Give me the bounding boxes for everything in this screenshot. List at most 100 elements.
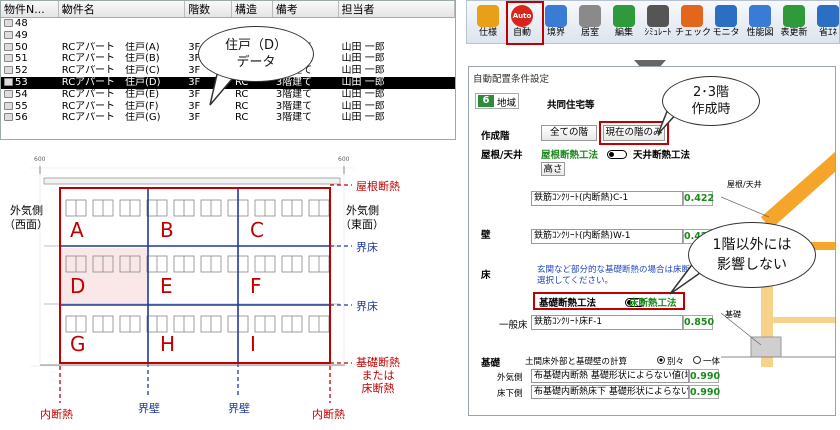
col-header-floors[interactable]: 階数 bbox=[185, 1, 232, 17]
foundation-label: 基礎 bbox=[481, 358, 501, 369]
cell-no-text: 55 bbox=[15, 100, 28, 112]
cell-no: 48 bbox=[1, 18, 59, 30]
unit-b-label: B bbox=[160, 218, 174, 242]
cell-note: 3階建て bbox=[275, 112, 313, 124]
toolbar-performance-chart-button[interactable]: 性能図 bbox=[743, 3, 777, 43]
toolbar-label: 編集 bbox=[614, 28, 633, 38]
unit-d-label: D bbox=[70, 274, 86, 298]
roof-method-option[interactable]: 屋根断熱工法 bbox=[541, 147, 598, 161]
sort-arrow-icon: ▲ bbox=[62, 6, 68, 14]
cell-no-text: 51 bbox=[15, 53, 28, 65]
callout-unit-d-line2: データ bbox=[236, 55, 276, 70]
toolbar-label: 仕様 bbox=[478, 28, 497, 38]
cell-name: RCアパート 住戸(B) bbox=[61, 53, 160, 65]
folder-icon bbox=[4, 77, 13, 86]
check-icon bbox=[681, 5, 703, 27]
toolbar-spec-button[interactable]: 仕様 bbox=[471, 3, 505, 43]
col-header-note[interactable]: 備考 bbox=[273, 1, 339, 17]
unit-c-label: C bbox=[250, 218, 264, 242]
spec-icon bbox=[477, 5, 499, 27]
unit-a-label: A bbox=[70, 218, 84, 242]
region-label: 地域 bbox=[497, 98, 517, 109]
col-header-owner[interactable]: 担当者 bbox=[339, 1, 455, 17]
simulate-icon bbox=[647, 5, 669, 27]
toolbar-label: モニタ bbox=[712, 28, 740, 38]
callout-unit-d: 住戸（D） データ bbox=[198, 26, 314, 82]
cell-owner: 山田 一郎 bbox=[341, 53, 385, 65]
wall-label: 壁 bbox=[481, 230, 491, 241]
radio-together[interactable] bbox=[693, 356, 701, 364]
cell-owner bbox=[339, 30, 455, 42]
folder-icon bbox=[4, 54, 13, 63]
callout-1f-line2: 影響しない bbox=[717, 257, 787, 273]
toolbar-simulate-button[interactable]: ｼﾐｭﾚｰﾄ bbox=[641, 3, 675, 43]
toolbar-boundary-button[interactable]: 境界 bbox=[539, 3, 573, 43]
unit-i-label: I bbox=[250, 332, 256, 356]
cell-no-text: 54 bbox=[15, 88, 28, 100]
cell-no: 51 bbox=[1, 53, 59, 65]
col-header-name[interactable]: 物件名 bbox=[59, 1, 186, 17]
boundary-icon bbox=[545, 5, 567, 27]
outside-spec-field[interactable]: 布基礎内断熱 基礎形状によらない値(地盤面 bbox=[531, 369, 689, 383]
cell-no: 55 bbox=[1, 101, 59, 113]
cell-no-text: 49 bbox=[15, 29, 28, 41]
col-header-structure[interactable]: 構造 bbox=[232, 1, 273, 17]
unit-h-label: H bbox=[160, 332, 176, 356]
toolbar-room-button[interactable]: 居室 bbox=[573, 3, 607, 43]
region-box[interactable]: 6 地域 bbox=[475, 93, 519, 109]
table-row[interactable]: 56 RCアパート 住戸(G) 3F RC 3階建て 山田 一郎 bbox=[1, 112, 455, 124]
cell-name: RCアパート 住戸(C) bbox=[61, 65, 160, 77]
col-header-no[interactable]: 物件N... bbox=[1, 1, 59, 17]
all-floors-button[interactable]: 全ての階 bbox=[541, 125, 597, 141]
monitor-icon bbox=[715, 5, 737, 27]
folder-icon bbox=[4, 101, 13, 110]
cell-no: 49 bbox=[1, 30, 59, 42]
radio-separate[interactable] bbox=[657, 356, 665, 364]
underfloor-spec-field[interactable]: 布基礎内断熱床下 基礎形状によらない値(地 bbox=[531, 385, 689, 399]
cell-no: 56 bbox=[1, 112, 59, 124]
floor-spec-field[interactable]: 鉄筋ｺﾝｸﾘｰﾄ床F-1 bbox=[531, 315, 683, 330]
callout-1f-line1: 1階以外には bbox=[712, 237, 792, 253]
wall-spec-field[interactable]: 鉄筋ｺﾝｸﾘｰﾄ(内断熱)W-1 bbox=[531, 229, 683, 244]
callout-unit-d-line1: 住戸（D） bbox=[224, 38, 287, 53]
cell-name: RCアパート 住戸(G) bbox=[61, 112, 161, 124]
toolbar-edit-button[interactable]: 編集 bbox=[607, 3, 641, 43]
cell-no-text: 50 bbox=[15, 41, 28, 53]
callout-2-3-floor: 2･3階 作成時 bbox=[662, 76, 760, 126]
cell-no-text: 52 bbox=[15, 65, 28, 77]
ceiling-method-option[interactable]: 天井断熱工法 bbox=[633, 147, 690, 161]
toolbar-table-update-button[interactable]: 表更新 bbox=[777, 3, 811, 43]
folder-icon bbox=[4, 113, 13, 122]
toolbar-check-button[interactable]: チェック bbox=[675, 3, 712, 43]
toolbar-label: 省ｴﾈ bbox=[818, 28, 837, 38]
cell-note bbox=[273, 18, 339, 30]
edit-icon bbox=[613, 5, 635, 27]
unit-g-label: G bbox=[70, 332, 86, 356]
cell-no-text: 48 bbox=[15, 18, 28, 29]
west-label-line2: （西面） bbox=[4, 218, 48, 231]
cell-no: 53 bbox=[1, 77, 59, 89]
toolbar-label: チェック bbox=[675, 28, 712, 38]
base-insulation-label: 基礎断熱 または 床断熱 bbox=[356, 356, 400, 395]
cell-name bbox=[59, 30, 185, 42]
height-button[interactable]: 高さ bbox=[541, 162, 565, 176]
energy-icon bbox=[817, 5, 839, 27]
roof-method-toggle[interactable] bbox=[607, 150, 627, 159]
unit-e-label: E bbox=[160, 274, 173, 298]
toolbar-energy-button[interactable]: 省ｴﾈ bbox=[811, 3, 840, 43]
unit-f-label: F bbox=[250, 274, 262, 298]
cell-structure: RC bbox=[234, 112, 249, 124]
roof-insulation-label: 屋根断熱 bbox=[356, 180, 400, 193]
cell-name: RCアパート 住戸(A) bbox=[61, 41, 160, 53]
base-method-option[interactable]: 基礎断熱工法 bbox=[539, 295, 596, 309]
toolbar-monitor-button[interactable]: モニタ bbox=[709, 3, 743, 43]
base-insulation-line3: 床断熱 bbox=[361, 382, 395, 395]
cell-owner: 山田 一郎 bbox=[341, 112, 385, 124]
floor-value: 0.850 bbox=[683, 315, 715, 330]
radio-separate-label[interactable]: 別々 bbox=[667, 355, 684, 367]
callout-1f-only: 1階以外には 影響しない bbox=[688, 222, 816, 288]
diagram-base-label: 基礎 bbox=[725, 310, 741, 319]
radio-together-label[interactable]: 一体 bbox=[703, 355, 720, 367]
underfloor-label: 床下側 bbox=[497, 389, 523, 399]
roof-spec-field[interactable]: 鉄筋ｺﾝｸﾘｰﾄ(内断熱)C-1 bbox=[531, 191, 683, 206]
